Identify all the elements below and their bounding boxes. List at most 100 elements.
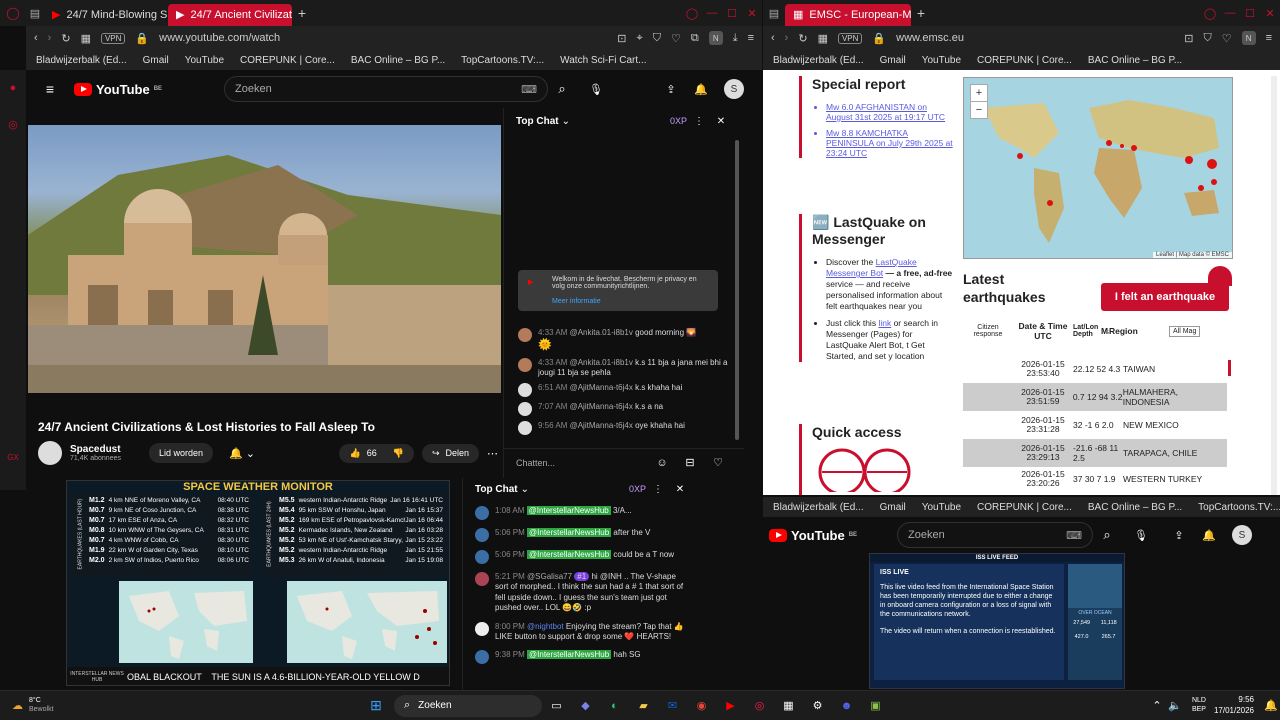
user-avatar[interactable] <box>518 328 532 342</box>
profile-n-icon[interactable]: N <box>1241 31 1256 45</box>
tab-switch-icon[interactable]: ▤ <box>763 7 785 20</box>
user-avatar[interactable] <box>475 621 489 636</box>
channel-avatar[interactable] <box>38 441 62 465</box>
search-tabs-icon[interactable]: ◯ <box>682 7 702 20</box>
report-link[interactable]: Mw 6.0 AFGHANISTAN on August 31st 2025 a… <box>826 102 955 122</box>
bookmark-item[interactable]: BAC Online – BG P... <box>1088 55 1182 66</box>
channel-name[interactable]: Spacedust <box>70 444 121 455</box>
map-attribution[interactable]: Leaflet | Map data © EMSC <box>1152 252 1232 258</box>
chat-input[interactable]: Chatten... <box>516 458 648 468</box>
super-chat-icon[interactable]: ⊟ <box>676 456 704 469</box>
youtube-logo[interactable]: YouTube BE <box>74 82 162 97</box>
bookmark-item[interactable]: Bladwijzerbalk (Ed... <box>773 55 864 66</box>
calculator-icon[interactable]: ▦ <box>774 699 803 712</box>
tray-chevron-icon[interactable]: ⌃ <box>1148 699 1166 712</box>
vpn-badge[interactable]: VPN <box>837 32 863 44</box>
start-icon[interactable]: ⊞ <box>364 697 388 714</box>
col-date-time[interactable]: Date & Time UTC <box>1013 321 1073 341</box>
table-row[interactable]: 2026-01-15 23:20:26 37 30 7 1.9 WESTERN T… <box>963 467 1227 491</box>
teams-icon[interactable]: ◆ <box>571 699 600 712</box>
user-avatar[interactable] <box>475 650 489 665</box>
download-icon[interactable]: ⤓ <box>733 32 738 45</box>
top-chat-dropdown[interactable]: Top Chat <box>516 116 559 127</box>
keyboard-icon[interactable]: ⌨ <box>521 83 537 96</box>
close-window-icon[interactable]: ✕ <box>1260 7 1280 20</box>
bookmark-item[interactable]: COREPUNK | Core... <box>977 502 1072 513</box>
task-view-icon[interactable]: ▭ <box>542 699 571 712</box>
menu-icon[interactable]: ≡ <box>1266 32 1272 44</box>
chevron-down-icon[interactable]: ⌄ <box>562 116 570 127</box>
notification-bell-icon[interactable]: 🔔 <box>1262 699 1280 712</box>
i-felt-earthquake-button[interactable]: I felt an earthquake <box>1101 283 1229 311</box>
speed-dial-icon[interactable]: ▦ <box>818 32 828 45</box>
menu-icon[interactable]: ≡ <box>748 32 754 44</box>
edge-icon[interactable]: ◐ <box>600 700 629 712</box>
opera-logo-icon[interactable]: ◯ <box>0 6 26 20</box>
opera-aria-icon[interactable]: ◎ <box>0 106 26 142</box>
tab-emsc[interactable]: ▦ EMSC - European-Mediter <box>785 3 911 26</box>
xp-badge[interactable]: 0XP <box>629 484 646 494</box>
vpn-badge[interactable]: VPN <box>100 32 126 44</box>
col-region[interactable]: Region <box>1109 326 1169 336</box>
page-scrollbar[interactable] <box>1271 76 1277 495</box>
reload-icon[interactable]: ↻ <box>798 32 807 45</box>
bookmark-item[interactable]: TopCartoons.TV:... <box>1198 502 1280 513</box>
col-mag[interactable]: Mag <box>1101 326 1109 336</box>
tab-ancient-civilizations[interactable]: ▶ 24/7 Ancient Civilizatio <box>168 3 292 26</box>
new-tab-icon[interactable]: + <box>292 5 312 21</box>
create-icon[interactable]: ⇪ <box>656 83 686 96</box>
clock[interactable]: 9:56 17/01/2026 <box>1214 695 1254 716</box>
youtube-logo[interactable]: YouTube BE <box>769 528 857 543</box>
more-options-icon[interactable]: ⋯ <box>487 447 498 460</box>
opera-sidebar-icon[interactable]: ● <box>0 70 26 106</box>
xp-badge[interactable]: 0XP <box>670 116 687 126</box>
search-icon[interactable]: ⌕ <box>1093 527 1121 543</box>
notifications-icon[interactable]: 🔔 <box>686 83 716 96</box>
tab-switch-icon[interactable]: ▤ <box>26 7 44 20</box>
camera-icon[interactable]: ⊡ <box>1184 32 1193 45</box>
user-avatar[interactable] <box>518 421 532 436</box>
forward-icon[interactable]: › <box>785 32 789 44</box>
youtube-search-input[interactable]: Zoeken ⌨ <box>224 76 549 102</box>
heart-icon[interactable]: ♡ <box>704 456 732 469</box>
bookmark-item[interactable]: YouTube <box>922 502 961 513</box>
forward-icon[interactable]: › <box>48 32 52 44</box>
camera-icon[interactable]: ⊡ <box>617 32 626 45</box>
close-window-icon[interactable]: ✕ <box>742 7 762 20</box>
table-row[interactable]: 2026-01-15 23:51:59 0.7 12 94 3.2 HALMAHE… <box>963 383 1227 411</box>
shield-icon[interactable]: ⛉ <box>1203 32 1211 45</box>
bell-icon[interactable]: 🔔 ⌄ <box>229 447 255 460</box>
like-button[interactable]: 👍 66 👎 <box>339 443 414 463</box>
url-field[interactable]: www.youtube.com/watch <box>159 32 607 44</box>
maximize-icon[interactable]: ☐ <box>1240 7 1260 20</box>
col-latlon[interactable]: Lat/Lon Depth <box>1073 324 1101 338</box>
bookmark-item[interactable]: TopCartoons.TV:... <box>461 55 544 66</box>
weather-widget[interactable]: ☁ 8°C Bewolkt <box>0 697 80 714</box>
iss-video-player[interactable]: ISS LIVE FEED ISS LIVE This live video f… <box>869 553 1125 689</box>
bookmark-item[interactable]: Gmail <box>880 55 906 66</box>
space-weather-monitor[interactable]: SPACE WEATHER MONITOR EARTHQUAKES (LAST … <box>66 480 450 686</box>
bookmark-item[interactable]: BAC Online – BG P... <box>1088 502 1182 513</box>
speaker-icon[interactable]: 🔈 <box>1166 699 1184 712</box>
report-link[interactable]: Mw 8.8 KAMCHATKA PENINSULA on July 29th … <box>826 128 955 158</box>
emoji-icon[interactable]: ☺ <box>648 457 676 469</box>
bookmark-item[interactable]: Gmail <box>143 55 169 66</box>
table-row[interactable]: 2026-01-15 23:53:40 22.12 52 4.3 TAIWAN <box>963 355 1227 383</box>
user-avatar[interactable] <box>518 357 532 372</box>
earthquake-map[interactable]: + − Leaflet | Map data © EMSC <box>963 77 1233 259</box>
user-avatar[interactable] <box>475 528 489 542</box>
bookmark-item[interactable]: Watch Sci-Fi Cart... <box>560 55 646 66</box>
back-icon[interactable]: ‹ <box>34 32 38 44</box>
user-avatar[interactable] <box>475 506 489 520</box>
heart-icon[interactable]: ♡ <box>671 32 681 45</box>
close-chat-icon[interactable]: ✕ <box>670 484 690 495</box>
create-icon[interactable]: ⇪ <box>1164 529 1194 542</box>
chat-scrollbar[interactable] <box>735 140 739 440</box>
chat-menu-icon[interactable]: ⋮ <box>687 116 711 127</box>
reload-icon[interactable]: ↻ <box>61 32 70 45</box>
lastquake-link[interactable]: link <box>878 318 891 328</box>
settings-icon[interactable]: ⚙ <box>803 699 832 712</box>
bookmark-item[interactable]: BAC Online – BG P... <box>351 55 445 66</box>
youtube-app-icon[interactable]: ▶ <box>716 699 745 712</box>
thumbs-down-icon[interactable]: 👎 <box>393 448 404 459</box>
